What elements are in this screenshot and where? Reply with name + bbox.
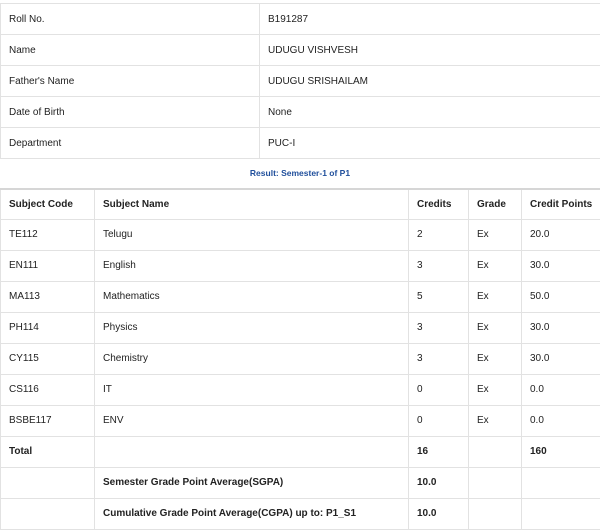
name-label: Name — [1, 35, 260, 66]
subject-row: CY115Chemistry3Ex30.0 — [1, 343, 600, 374]
subject-credit-points: 0.0 — [522, 405, 600, 436]
subject-credit-points: 0.0 — [522, 374, 600, 405]
header-credit-points: Credit Points — [522, 189, 600, 219]
subject-rows: TE112Telugu2Ex20.0EN111English3Ex30.0MA1… — [1, 219, 600, 436]
result-header-row: Subject Code Subject Name Credits Grade … — [1, 189, 600, 219]
subject-credits: 3 — [409, 312, 469, 343]
cgpa-label: Cumulative Grade Point Average(CGPA) up … — [95, 498, 409, 529]
sgpa-empty-cell-2 — [469, 467, 522, 498]
sgpa-empty-cell — [1, 467, 95, 498]
subject-credit-points: 30.0 — [522, 250, 600, 281]
father-name-label: Father's Name — [1, 66, 260, 97]
subject-name: Mathematics — [95, 281, 409, 312]
subject-name: IT — [95, 374, 409, 405]
subject-credit-points: 50.0 — [522, 281, 600, 312]
cgpa-empty-cell-2 — [469, 498, 522, 529]
total-label: Total — [1, 436, 95, 467]
subject-code: CS116 — [1, 374, 95, 405]
department-value: PUC-I — [260, 128, 600, 159]
total-credits: 16 — [409, 436, 469, 467]
dob-row: Date of Birth None — [1, 97, 600, 128]
subject-grade: Ex — [469, 250, 522, 281]
subject-row: BSBE117ENV0Ex0.0 — [1, 405, 600, 436]
name-value: UDUGU VISHVESH — [260, 35, 600, 66]
subject-credits: 5 — [409, 281, 469, 312]
subject-code: CY115 — [1, 343, 95, 374]
subject-credits: 2 — [409, 219, 469, 250]
header-grade: Grade — [469, 189, 522, 219]
cgpa-empty-cell-3 — [522, 498, 600, 529]
subject-credits: 3 — [409, 250, 469, 281]
subject-grade: Ex — [469, 281, 522, 312]
result-caption: Result: Semester-1 of P1 — [0, 159, 600, 188]
subject-grade: Ex — [469, 405, 522, 436]
header-subject-name: Subject Name — [95, 189, 409, 219]
department-label: Department — [1, 128, 260, 159]
total-row: Total 16 160 — [1, 436, 600, 467]
subject-grade: Ex — [469, 343, 522, 374]
father-name-value: UDUGU SRISHAILAM — [260, 66, 600, 97]
student-info-table: Roll No. B191287 Name UDUGU VISHVESH Fat… — [0, 3, 600, 159]
total-credit-points: 160 — [522, 436, 600, 467]
subject-name: ENV — [95, 405, 409, 436]
subject-name: Telugu — [95, 219, 409, 250]
father-name-row: Father's Name UDUGU SRISHAILAM — [1, 66, 600, 97]
name-row: Name UDUGU VISHVESH — [1, 35, 600, 66]
cgpa-value: 10.0 — [409, 498, 469, 529]
roll-no-label: Roll No. — [1, 4, 260, 35]
subject-name: Chemistry — [95, 343, 409, 374]
subject-credit-points: 30.0 — [522, 312, 600, 343]
roll-no-row: Roll No. B191287 — [1, 4, 600, 35]
subject-code: TE112 — [1, 219, 95, 250]
subject-row: EN111English3Ex30.0 — [1, 250, 600, 281]
sgpa-empty-cell-3 — [522, 467, 600, 498]
subject-row: PH114Physics3Ex30.0 — [1, 312, 600, 343]
subject-credit-points: 30.0 — [522, 343, 600, 374]
subject-code: EN111 — [1, 250, 95, 281]
subject-credits: 0 — [409, 405, 469, 436]
subject-name: Physics — [95, 312, 409, 343]
header-subject-code: Subject Code — [1, 189, 95, 219]
total-grade-empty-cell — [469, 436, 522, 467]
subject-name: English — [95, 250, 409, 281]
subject-code: MA113 — [1, 281, 95, 312]
subject-credits: 3 — [409, 343, 469, 374]
total-empty-cell — [95, 436, 409, 467]
roll-no-value: B191287 — [260, 4, 600, 35]
subject-credit-points: 20.0 — [522, 219, 600, 250]
subject-credits: 0 — [409, 374, 469, 405]
subject-code: PH114 — [1, 312, 95, 343]
subject-grade: Ex — [469, 219, 522, 250]
cgpa-empty-cell — [1, 498, 95, 529]
subject-grade: Ex — [469, 312, 522, 343]
dob-label: Date of Birth — [1, 97, 260, 128]
cgpa-row: Cumulative Grade Point Average(CGPA) up … — [1, 498, 600, 529]
sgpa-row: Semester Grade Point Average(SGPA) 10.0 — [1, 467, 600, 498]
subject-row: TE112Telugu2Ex20.0 — [1, 219, 600, 250]
subject-row: MA113Mathematics5Ex50.0 — [1, 281, 600, 312]
department-row: Department PUC-I — [1, 128, 600, 159]
subject-code: BSBE117 — [1, 405, 95, 436]
subject-grade: Ex — [469, 374, 522, 405]
result-table: Subject Code Subject Name Credits Grade … — [0, 188, 600, 530]
sgpa-value: 10.0 — [409, 467, 469, 498]
sgpa-label: Semester Grade Point Average(SGPA) — [95, 467, 409, 498]
dob-value: None — [260, 97, 600, 128]
header-credits: Credits — [409, 189, 469, 219]
subject-row: CS116IT0Ex0.0 — [1, 374, 600, 405]
